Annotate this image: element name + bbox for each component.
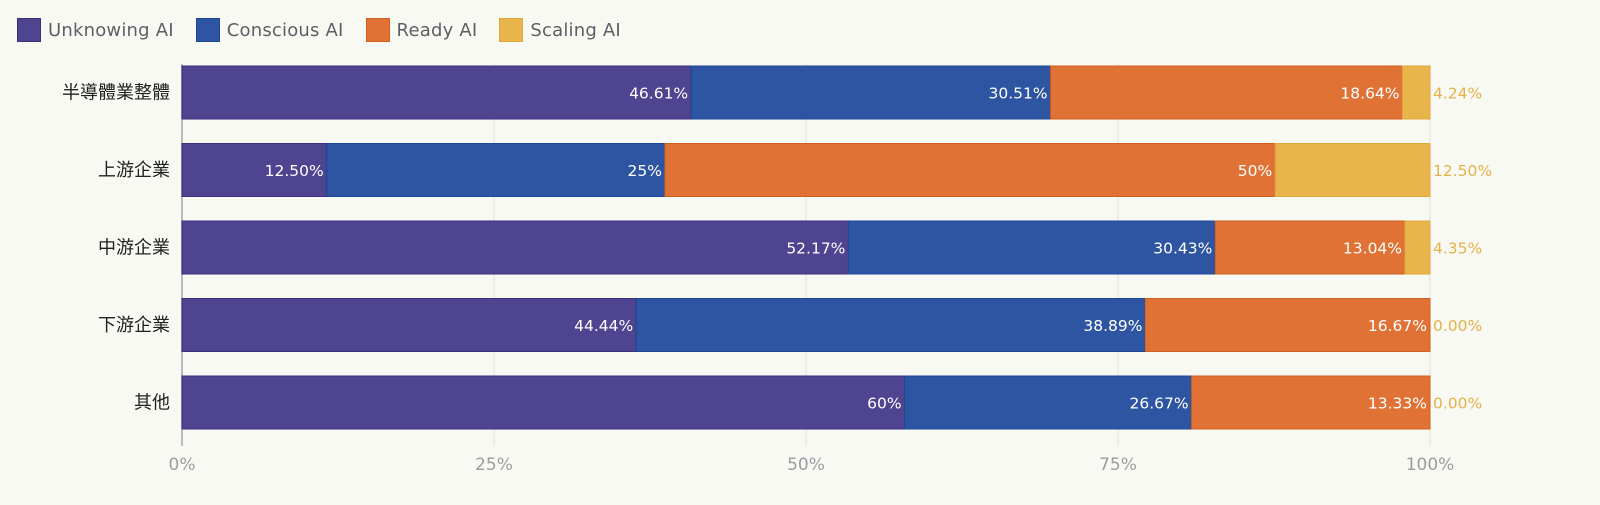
- x-tick-label: 75%: [1099, 455, 1137, 475]
- bar-segment[interactable]: [326, 143, 666, 197]
- data-label: 26.67%: [1130, 395, 1189, 413]
- bar-segment[interactable]: [181, 65, 692, 120]
- data-label: 30.51%: [988, 85, 1047, 103]
- bar-segment[interactable]: [1402, 65, 1431, 120]
- data-label: 46.61%: [629, 85, 688, 103]
- bar-segment[interactable]: [664, 143, 1276, 197]
- data-label: 18.64%: [1340, 85, 1399, 103]
- data-label: 30.43%: [1153, 240, 1212, 258]
- bar-segment[interactable]: [181, 298, 637, 352]
- data-label: 0.00%: [1433, 395, 1482, 413]
- category-label: 其他: [134, 393, 170, 414]
- data-label: 12.50%: [265, 162, 324, 180]
- bar-segment[interactable]: [635, 298, 1146, 352]
- x-tick-label: 100%: [1406, 455, 1455, 475]
- data-label: 52.17%: [786, 240, 845, 258]
- bar-segment[interactable]: [1404, 220, 1431, 275]
- category-label: 下游企業: [98, 315, 170, 336]
- x-tick-label: 25%: [475, 455, 513, 475]
- data-label: 60%: [867, 395, 901, 413]
- x-tick-label: 0%: [169, 455, 196, 475]
- stacked-bar-chart: 0% 25% 50% 75% 100% 半導體業整體 46.61% 30.51% 18.64% 4…: [62, 64, 1492, 475]
- category-label: 中游企業: [98, 238, 170, 259]
- bar-segment[interactable]: [1274, 143, 1431, 197]
- data-label: 0.00%: [1433, 317, 1482, 335]
- data-label: 4.35%: [1433, 240, 1482, 258]
- bar-segment[interactable]: [181, 375, 906, 430]
- bar-segment[interactable]: [181, 220, 849, 275]
- data-label: 25%: [628, 162, 662, 180]
- data-label: 44.44%: [574, 317, 633, 335]
- data-label: 4.24%: [1433, 85, 1482, 103]
- data-label: 38.89%: [1083, 317, 1142, 335]
- data-label: 16.67%: [1368, 317, 1427, 335]
- data-label: 13.04%: [1343, 240, 1402, 258]
- category-label: 上游企業: [98, 160, 170, 181]
- data-label: 50%: [1238, 162, 1272, 180]
- category-label: 半導體業整體: [62, 83, 170, 104]
- data-label: 13.33%: [1368, 395, 1427, 413]
- x-tick-label: 50%: [787, 455, 825, 475]
- data-label: 12.50%: [1433, 162, 1492, 180]
